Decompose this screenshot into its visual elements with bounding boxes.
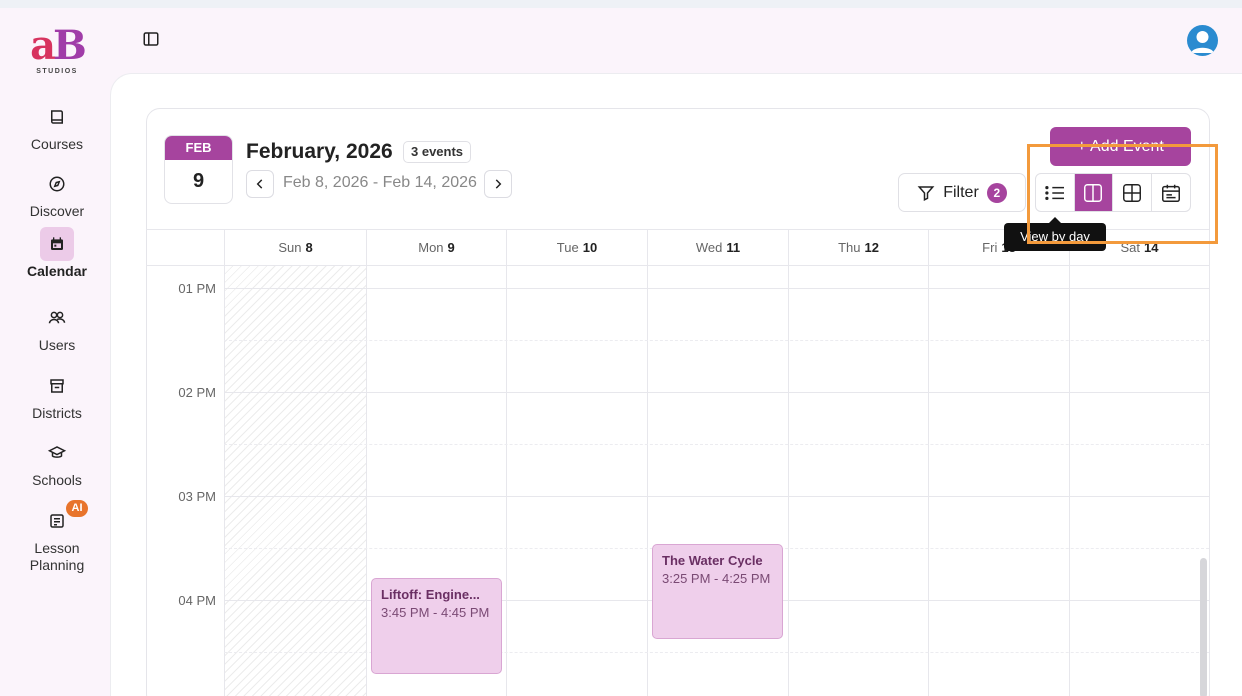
chevron-left-icon: [256, 179, 263, 189]
sidebar-item-users[interactable]: Users: [0, 301, 114, 354]
time-label: 02 PM: [178, 385, 216, 400]
time-label: 03 PM: [178, 489, 216, 504]
ai-badge: AI: [66, 500, 88, 517]
date-badge: FEB 9: [164, 135, 233, 204]
columns-icon: [1084, 183, 1103, 202]
prev-week-button[interactable]: [246, 170, 274, 198]
day-header-mon: Mon 9: [366, 230, 506, 266]
filter-count-badge: 2: [986, 182, 1007, 203]
add-event-button[interactable]: + Add Event: [1050, 127, 1191, 166]
list-icon: [1045, 185, 1064, 200]
filter-button[interactable]: Filter 2: [898, 173, 1026, 212]
grid-icon: [1122, 183, 1141, 202]
list-view-button[interactable]: [1036, 174, 1075, 211]
sidebar-item-discover[interactable]: Discover: [0, 167, 114, 220]
tooltip: View by day: [1004, 217, 1106, 251]
chevron-right-icon: [495, 179, 502, 189]
sidebar-item-schools[interactable]: Schools: [0, 436, 114, 489]
logo[interactable]: aB STUDIOS: [24, 26, 90, 82]
book-icon: [40, 100, 74, 134]
sidebar: aB STUDIOS Courses Discover Calendar Use…: [0, 8, 114, 696]
logo-subtitle: STUDIOS: [36, 68, 78, 75]
month-view-button[interactable]: [1152, 174, 1190, 211]
day-header-wed: Wed 11: [647, 230, 788, 266]
day-header-sun: Sun 8: [224, 230, 366, 266]
next-week-button[interactable]: [484, 170, 512, 198]
calendar-view-icon: [1161, 184, 1180, 202]
week-view-button[interactable]: [1113, 174, 1152, 211]
view-switcher: [1035, 173, 1191, 212]
sidebar-item-courses[interactable]: Courses: [0, 100, 114, 153]
event-card[interactable]: The Water Cycle 3:25 PM - 4:25 PM: [652, 544, 783, 639]
event-card[interactable]: Liftoff: Engine... 3:45 PM - 4:45 PM: [371, 578, 502, 674]
events-count-badge: 3 events: [403, 141, 472, 163]
day-header-thu: Thu 12: [788, 230, 928, 266]
sidebar-item-districts[interactable]: Districts: [0, 369, 114, 422]
time-label: 04 PM: [178, 593, 216, 608]
sidebar-item-calendar[interactable]: Calendar: [0, 227, 114, 280]
top-strip: [0, 0, 1242, 8]
store-icon: [40, 369, 74, 403]
graduation-cap-icon: [40, 436, 74, 470]
day-header-tue: Tue 10: [506, 230, 647, 266]
day-view-button[interactable]: [1074, 174, 1113, 211]
page-title: February, 2026: [246, 140, 393, 163]
compass-icon: [40, 167, 74, 201]
scrollbar[interactable]: [1200, 558, 1207, 696]
filter-icon: [917, 185, 935, 201]
date-range: Feb 8, 2026 - Feb 14, 2026: [283, 174, 477, 191]
calendar-icon: [40, 227, 74, 261]
past-day-hatch: [225, 266, 366, 696]
sidebar-item-lesson-planning[interactable]: AI Lesson Planning: [0, 500, 114, 574]
avatar[interactable]: [1187, 25, 1218, 56]
time-label: 01 PM: [178, 281, 216, 296]
users-icon: [40, 301, 74, 335]
sidebar-toggle-icon[interactable]: [142, 30, 162, 50]
